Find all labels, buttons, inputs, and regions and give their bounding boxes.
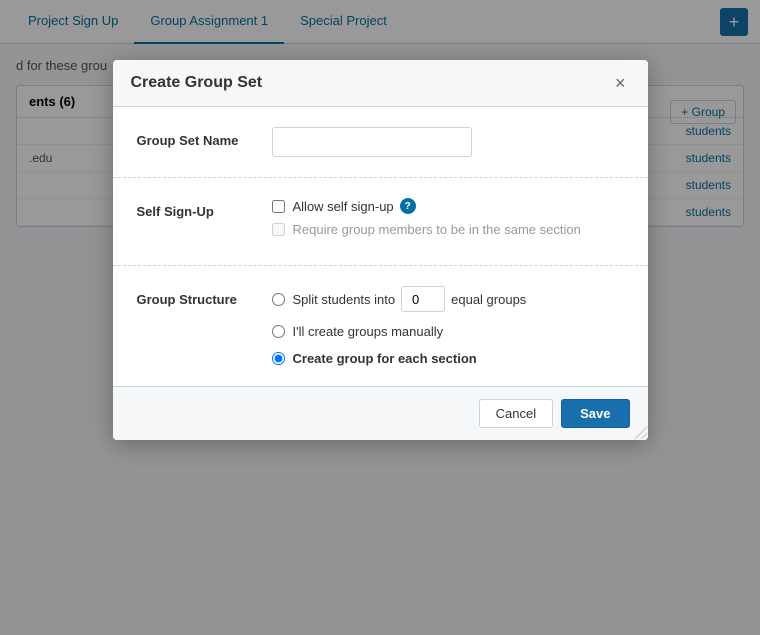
- require-same-section-row: Require group members to be in the same …: [272, 222, 624, 237]
- create-group-set-modal: Create Group Set × Group Set Name Self S…: [113, 60, 648, 440]
- split-students-row: Split students into equal groups: [272, 286, 624, 312]
- manual-groups-label: I'll create groups manually: [293, 324, 444, 339]
- modal-resize-handle[interactable]: [634, 426, 648, 440]
- modal-overlay: Create Group Set × Group Set Name Self S…: [0, 0, 760, 635]
- modal-body: Group Set Name Self Sign-Up Allow self s…: [113, 107, 648, 386]
- modal-header: Create Group Set ×: [113, 60, 648, 107]
- group-structure-section: Group Structure Split students into equa…: [113, 266, 648, 386]
- self-signup-section: Self Sign-Up Allow self sign-up ? Requir…: [113, 178, 648, 266]
- modal-footer: Cancel Save: [113, 386, 648, 440]
- self-signup-label: Self Sign-Up: [137, 198, 272, 219]
- group-set-name-input[interactable]: [272, 127, 472, 157]
- group-set-name-content: [272, 127, 624, 157]
- split-students-radio[interactable]: [272, 293, 285, 306]
- allow-self-signup-row: Allow self sign-up ?: [272, 198, 624, 214]
- group-structure-label: Group Structure: [137, 286, 272, 307]
- require-same-section-label-text: Require group members to be in the same …: [293, 222, 581, 237]
- section-groups-row: Create group for each section: [272, 351, 624, 366]
- allow-self-signup-label-text: Allow self sign-up ?: [293, 198, 416, 214]
- group-set-name-label: Group Set Name: [137, 127, 272, 148]
- cancel-button[interactable]: Cancel: [479, 399, 553, 428]
- self-signup-content: Allow self sign-up ? Require group membe…: [272, 198, 624, 245]
- manual-groups-row: I'll create groups manually: [272, 324, 624, 339]
- save-button[interactable]: Save: [561, 399, 629, 428]
- help-icon[interactable]: ?: [400, 198, 416, 214]
- manual-groups-radio[interactable]: [272, 325, 285, 338]
- equal-groups-input[interactable]: [401, 286, 445, 312]
- modal-close-button[interactable]: ×: [611, 74, 630, 92]
- section-groups-radio[interactable]: [272, 352, 285, 365]
- require-same-section-checkbox[interactable]: [272, 223, 285, 236]
- group-set-name-section: Group Set Name: [113, 107, 648, 178]
- section-groups-label: Create group for each section: [293, 351, 477, 366]
- allow-self-signup-checkbox[interactable]: [272, 200, 285, 213]
- modal-title: Create Group Set: [131, 74, 263, 92]
- split-students-label: Split students into equal groups: [293, 286, 527, 312]
- group-structure-content: Split students into equal groups I'll cr…: [272, 286, 624, 366]
